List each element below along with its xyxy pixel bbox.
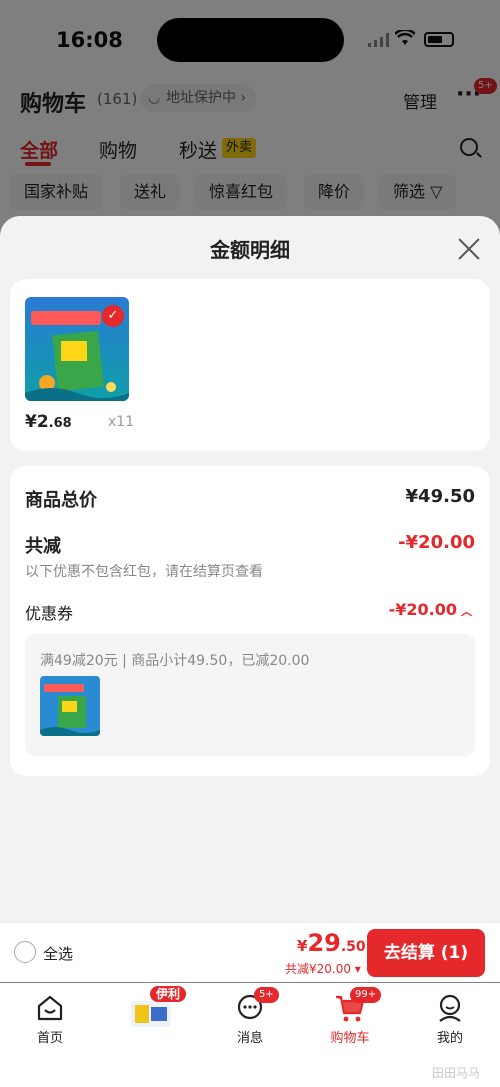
checkout-bar: 全选 ¥29.50 共减¥20.00 ▾ 去结算 (1) [0,922,500,982]
coupon-product-thumbnail [40,676,100,736]
product-price: ¥2.68 [25,412,72,432]
discount-note: 以下优惠不包含红包，请在结算页查看 [25,564,263,580]
nav-me[interactable]: 我的 [410,989,490,1046]
nav-cart[interactable]: 99+ 购物车 [310,987,390,1046]
checked-icon: ✓ [102,305,124,327]
nav-home[interactable]: 首页 [10,989,90,1046]
price-summary-card: 商品总价 ¥49.50 共减 -¥20.00 以下优惠不包含红包，请在结算页查看… [10,466,490,776]
watermark: 田田马马 [432,1066,481,1080]
coupon-value: -¥20.00 [388,600,457,619]
product-price-dec: .68 [48,416,72,431]
product-price-int: ¥2 [25,412,49,432]
amount-detail-sheet: 金额明细 ✓ ¥2.68 x11 商品总价 ¥49.50 共减 -¥20.00 … [0,216,500,922]
select-all-radio[interactable] [14,941,36,963]
cart-badge: 99+ [350,987,382,1003]
select-all-label[interactable]: 全选 [43,943,73,964]
messages-badge: 5+ [254,987,279,1003]
brand-tag: 伊利 [150,986,187,1002]
cart-icon: 99+ [310,987,390,1025]
brand-product-image [131,1001,171,1027]
checkout-total: ¥29.50 [297,929,366,957]
currency-symbol: ¥ [297,937,308,955]
nav-messages[interactable]: 5+ 消息 [210,987,290,1046]
sheet-title: 金额明细 [210,238,290,262]
coupon-detail-box: 满49减20元 | 商品小计49.50，已减20.00 [25,634,475,756]
close-icon[interactable] [456,236,482,262]
total-price-value: ¥49.50 [405,486,475,507]
bottom-nav: 首页 伊利 5+ 消息 99+ 购物车 我的 [0,983,500,1087]
total-dec: .50 [340,939,366,955]
discount-label: 共减 [25,536,61,557]
nav-messages-label: 消息 [236,1031,263,1046]
product-quantity: x11 [108,414,135,430]
total-int: 29 [307,929,341,957]
checkout-button[interactable]: 去结算 (1) [367,929,485,977]
nav-cart-label: 购物车 [330,1031,370,1046]
coupon-toggle[interactable]: -¥20.00 ︿ [389,600,472,619]
user-icon [410,989,490,1025]
reduce-summary-toggle[interactable]: 共减¥20.00 ▾ [285,960,361,977]
chat-icon: 5+ [210,987,290,1025]
chevron-up-icon: ︿ [461,605,472,618]
coupon-label: 优惠券 [25,604,74,623]
coupon-description: 满49减20元 | 商品小计49.50，已减20.00 [40,653,310,669]
discount-value: -¥20.00 [398,532,475,553]
nav-home-label: 首页 [36,1031,63,1046]
home-icon [10,989,90,1025]
total-price-label: 商品总价 [25,490,97,511]
nav-me-label: 我的 [436,1031,463,1046]
product-card: ✓ ¥2.68 x11 [10,279,490,451]
